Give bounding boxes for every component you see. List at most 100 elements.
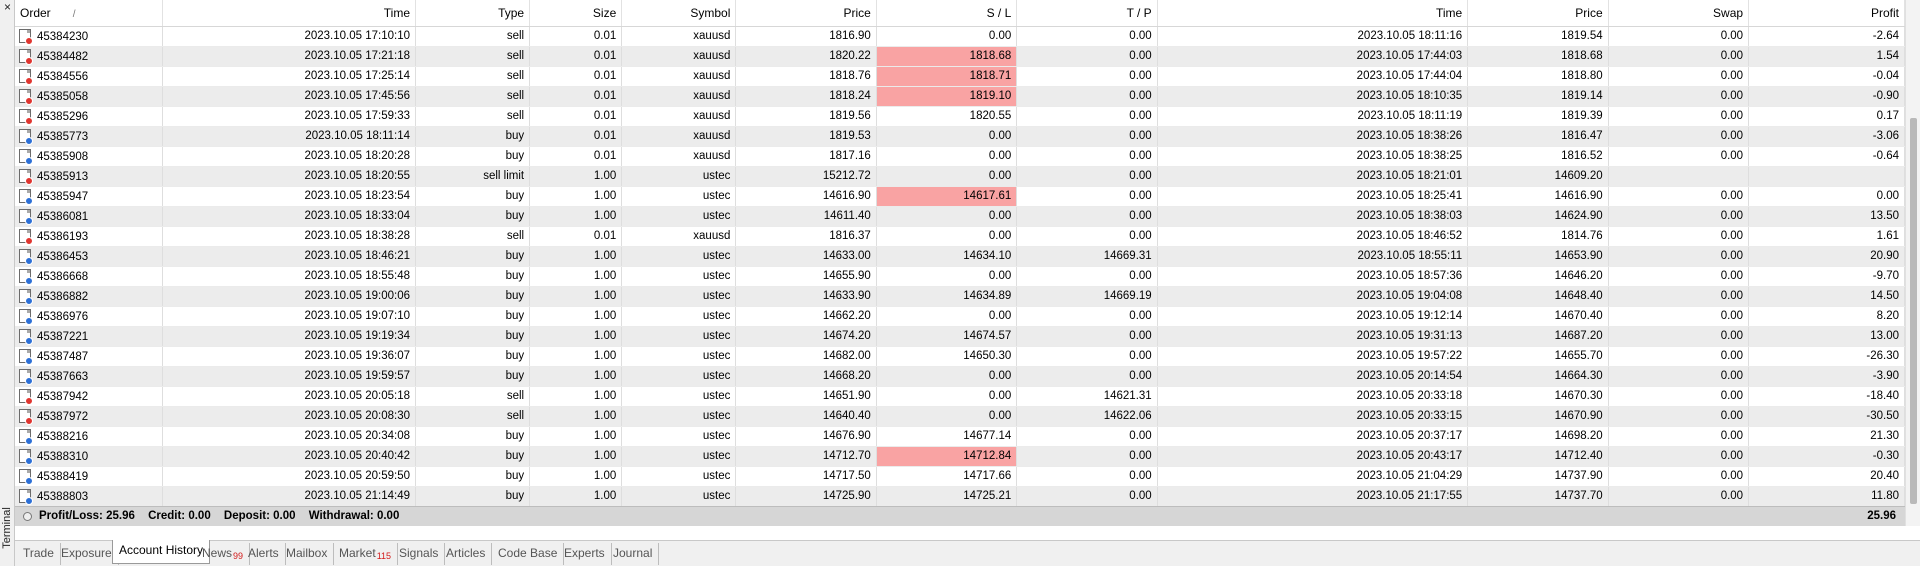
cell-open-time: 2023.10.05 17:10:10 [162, 26, 417, 47]
table-row[interactable]: 45388310 2023.10.05 20:40:42 buy 1.00 ustec 1… [15, 446, 1905, 467]
cell-open-time: 2023.10.05 19:59:57 [162, 366, 417, 387]
table-row[interactable]: 45384556 2023.10.05 17:25:14 sell 0.01 xauus… [15, 66, 1905, 87]
cell-price: 14616.90 [735, 186, 877, 207]
cell-order: 45387663 [15, 366, 163, 387]
cell-open-time: 2023.10.05 18:11:14 [162, 126, 417, 147]
table-row[interactable]: 45384230 2023.10.05 17:10:10 sell 0.01 xauus… [15, 26, 1905, 47]
cell-tp: 14621.31 [1016, 386, 1158, 407]
cell-open-time: 2023.10.05 18:20:28 [162, 146, 417, 167]
table-row[interactable]: 45386882 2023.10.05 19:00:06 buy 1.00 ustec 1… [15, 286, 1905, 307]
cell-close-price: 14664.30 [1467, 366, 1609, 387]
cell-swap: 0.00 [1608, 286, 1750, 307]
cell-size: 0.01 [529, 146, 623, 167]
cell-close-price: 14712.40 [1467, 446, 1609, 467]
table-row[interactable]: 45385058 2023.10.05 17:45:56 sell 0.01 xauus… [15, 86, 1905, 107]
cell-profit: 11.80 [1748, 486, 1905, 507]
column-header-sl[interactable]: S / L [876, 0, 1018, 27]
column-header-symbol[interactable]: Symbol [621, 0, 737, 27]
sell-order-icon [19, 389, 33, 405]
cell-symbol: ustec [621, 446, 737, 467]
cell-price: 1816.37 [735, 226, 877, 247]
cell-close-price: 14687.20 [1467, 326, 1609, 347]
table-row[interactable]: 45387942 2023.10.05 20:05:18 sell 1.00 ustec… [15, 386, 1905, 407]
tab-market[interactable]: Market115 [333, 543, 399, 565]
cell-type: buy [415, 266, 531, 287]
cell-sl: 14725.21 [876, 486, 1018, 507]
column-header-price[interactable]: Price [735, 0, 877, 27]
table-row[interactable]: 45388419 2023.10.05 20:59:50 buy 1.00 ustec 1… [15, 466, 1905, 487]
column-header-profit[interactable]: Profit [1748, 0, 1905, 27]
tab-experts[interactable]: Experts [558, 543, 612, 565]
cell-size: 1.00 [529, 246, 623, 267]
cell-close-price: 14670.30 [1467, 386, 1609, 407]
table-row[interactable]: 45384482 2023.10.05 17:21:18 sell 0.01 xauus… [15, 46, 1905, 67]
column-header-close-price[interactable]: Price [1467, 0, 1609, 27]
tab-journal[interactable]: Journal [607, 543, 660, 565]
tab-exposure[interactable]: Exposure [55, 543, 119, 565]
cell-tp: 0.00 [1016, 146, 1158, 167]
cell-tp: 0.00 [1016, 126, 1158, 147]
cell-close-time: 2023.10.05 20:14:54 [1157, 366, 1469, 387]
cell-close-price: 14670.90 [1467, 406, 1609, 427]
cell-profit: 8.20 [1748, 306, 1905, 327]
table-row[interactable]: 45387221 2023.10.05 19:19:34 buy 1.00 ustec 1… [15, 326, 1905, 347]
cell-symbol: ustec [621, 346, 737, 367]
cell-tp: 0.00 [1016, 326, 1158, 347]
cell-profit: 0.00 [1748, 186, 1905, 207]
table-row[interactable]: 45388216 2023.10.05 20:34:08 buy 1.00 ustec 1… [15, 426, 1905, 447]
table-row[interactable]: 45387487 2023.10.05 19:36:07 buy 1.00 ustec 1… [15, 346, 1905, 367]
column-header-type[interactable]: Type [415, 0, 531, 27]
table-row[interactable]: 45386453 2023.10.05 18:46:21 buy 1.00 ustec 1… [15, 246, 1905, 267]
table-row[interactable]: 45385296 2023.10.05 17:59:33 sell 0.01 xauus… [15, 106, 1905, 127]
table-row[interactable]: 45386668 2023.10.05 18:55:48 buy 1.00 ustec 1… [15, 266, 1905, 287]
cell-close-price: 1816.52 [1467, 146, 1609, 167]
cell-swap: 0.00 [1608, 326, 1750, 347]
cell-symbol: xauusd [621, 106, 737, 127]
table-row[interactable]: 45388803 2023.10.05 21:14:49 buy 1.00 ustec 1… [15, 486, 1905, 507]
cell-close-time: 2023.10.05 19:04:08 [1157, 286, 1469, 307]
cell-price: 14655.90 [735, 266, 877, 287]
scrollbar-thumb[interactable] [1910, 118, 1917, 504]
cell-profit: 13.50 [1748, 206, 1905, 227]
column-header-size[interactable]: Size [529, 0, 623, 27]
tab-articles[interactable]: Articles [440, 543, 493, 565]
table-row[interactable]: 45385773 2023.10.05 18:11:14 buy 0.01 xauusd… [15, 126, 1905, 147]
cell-price: 14633.90 [735, 286, 877, 307]
column-header-close-time[interactable]: Time [1157, 0, 1469, 27]
cell-swap: 0.00 [1608, 146, 1750, 167]
buy-order-icon [19, 369, 33, 385]
cell-tp: 0.00 [1016, 466, 1158, 487]
table-row[interactable]: 45386193 2023.10.05 18:38:28 sell 0.01 xauus… [15, 226, 1905, 247]
cell-tp: 14669.31 [1016, 246, 1158, 267]
buy-order-icon [19, 149, 33, 165]
cell-sl: 14677.14 [876, 426, 1018, 447]
tab-signals[interactable]: Signals [393, 543, 446, 565]
column-header-order[interactable]: Order / [15, 0, 163, 27]
tab-code-base[interactable]: Code Base [492, 543, 565, 565]
tab-mailbox[interactable]: Mailbox [280, 543, 335, 565]
cell-swap: 0.00 [1608, 426, 1750, 447]
cell-sl: 14717.66 [876, 466, 1018, 487]
table-row[interactable]: 45387972 2023.10.05 20:08:30 sell 1.00 ustec… [15, 406, 1905, 427]
column-header-swap[interactable]: Swap [1608, 0, 1750, 27]
column-header-time[interactable]: Time [162, 0, 417, 27]
close-icon[interactable]: × [1, 1, 14, 14]
cell-size: 0.01 [529, 126, 623, 147]
cell-close-time: 2023.10.05 20:37:17 [1157, 426, 1469, 447]
table-row[interactable]: 45385908 2023.10.05 18:20:28 buy 0.01 xauusd… [15, 146, 1905, 167]
cell-close-time: 2023.10.05 18:38:25 [1157, 146, 1469, 167]
cell-profit: 0.17 [1748, 106, 1905, 127]
vertical-scrollbar[interactable] [1905, 0, 1920, 526]
cell-profit: -2.64 [1748, 26, 1905, 47]
cell-symbol: ustec [621, 366, 737, 387]
table-row[interactable]: 45386976 2023.10.05 19:07:10 buy 1.00 ustec 1… [15, 306, 1905, 327]
table-row[interactable]: 45386081 2023.10.05 18:33:04 buy 1.00 ustec 1… [15, 206, 1905, 227]
cell-order: 45385773 [15, 126, 163, 147]
table-row[interactable]: 45385947 2023.10.05 18:23:54 buy 1.00 ustec 1… [15, 186, 1905, 207]
table-row[interactable]: 45385913 2023.10.05 18:20:55 sell limit 1.0… [15, 166, 1905, 187]
cell-price: 14725.90 [735, 486, 877, 507]
column-header-tp[interactable]: T / P [1016, 0, 1158, 27]
cell-size: 0.01 [529, 46, 623, 67]
cell-sl: 14634.89 [876, 286, 1018, 307]
table-row[interactable]: 45387663 2023.10.05 19:59:57 buy 1.00 ustec 1… [15, 366, 1905, 387]
